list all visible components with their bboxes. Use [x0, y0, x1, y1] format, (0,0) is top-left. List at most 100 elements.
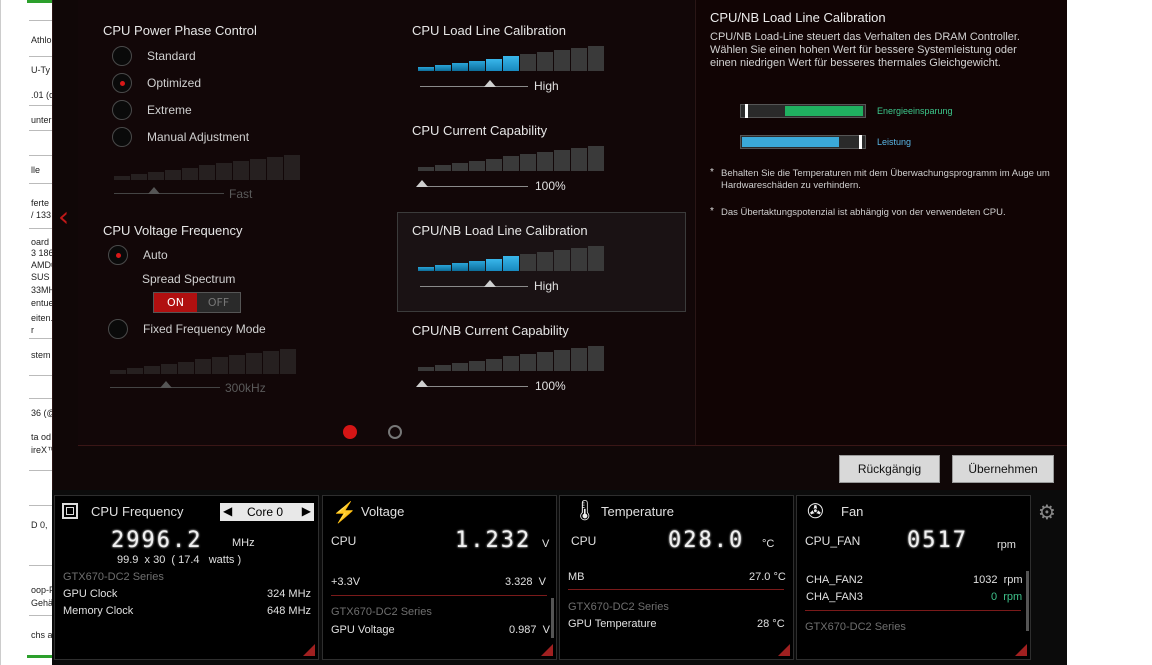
voltage-scrollbar[interactable]	[551, 598, 554, 638]
voltage-freq-slider-knob[interactable]	[160, 381, 172, 388]
current-cap-value: 100%	[535, 179, 566, 193]
settings-gear-icon[interactable]: ⚙	[1038, 500, 1056, 524]
page-dot-1[interactable]	[343, 425, 357, 439]
page-dot-2[interactable]	[388, 425, 402, 439]
level-bar	[246, 353, 262, 374]
core-next-icon[interactable]: ▶	[302, 504, 311, 518]
llc-slider-knob[interactable]	[484, 80, 496, 87]
voltage-title: Voltage	[361, 504, 405, 519]
radio-manual[interactable]	[112, 127, 132, 147]
nb-llc-slider-knob[interactable]	[484, 280, 496, 287]
spread-spectrum-toggle[interactable]: ON OFF	[153, 292, 241, 313]
fan-card[interactable]: ✇ Fan CPU_FAN 0517 rpm CHA_FAN2 1032 rpm…	[796, 495, 1031, 660]
radio-auto[interactable]	[108, 245, 128, 265]
toggle-off[interactable]: OFF	[197, 293, 240, 312]
temperature-cpu-label: CPU	[571, 534, 597, 548]
voltage-card[interactable]: ⚡ Voltage CPU 1.232 V +3.3V 3.328 V GTX6…	[322, 495, 557, 660]
note1-bullet: *	[710, 167, 714, 178]
fan-separator	[805, 610, 1021, 611]
level-bar	[554, 150, 570, 171]
expand-corner-icon[interactable]	[303, 644, 315, 656]
core-prev-icon[interactable]: ◀	[223, 504, 232, 518]
previous-page-arrow-icon[interactable]: ‹	[58, 200, 69, 233]
background-rule	[29, 565, 53, 566]
level-bar	[486, 259, 502, 271]
memory-clock-value: 648 MHz	[267, 605, 312, 617]
level-bar	[233, 161, 249, 180]
nb-current-cap-slider-track	[420, 386, 528, 387]
voltage-separator	[331, 595, 547, 596]
nb-current-cap-level-bars	[418, 346, 604, 371]
background-rule	[29, 183, 53, 184]
level-bar	[469, 161, 485, 171]
power-phase-slider-knob[interactable]	[148, 187, 160, 194]
level-bar	[284, 155, 300, 180]
fan-title: Fan	[841, 504, 864, 519]
current-cap-slider-knob[interactable]	[416, 180, 428, 187]
apply-button[interactable]: Übernehmen	[952, 455, 1054, 483]
level-bar	[148, 172, 164, 180]
fan-icon: ✇	[807, 501, 824, 523]
level-bar	[571, 48, 587, 71]
background-rule	[29, 375, 53, 376]
radio-fixed-frequency[interactable]	[108, 319, 128, 339]
level-bar	[267, 157, 283, 180]
v33-label: +3.3V	[331, 576, 361, 588]
radio-standard[interactable]	[112, 46, 132, 66]
gpu-clock-label: GPU Clock	[63, 588, 118, 600]
background-rule	[29, 155, 53, 156]
background-rule	[29, 470, 53, 471]
radio-extreme-label: Extreme	[147, 103, 192, 117]
radio-manual-label: Manual Adjustment	[147, 130, 250, 144]
cpu-frequency-title: CPU Frequency	[91, 504, 184, 519]
expand-corner-icon[interactable]	[778, 644, 790, 656]
background-text-fragment: ta od	[31, 432, 52, 442]
level-bar	[503, 156, 519, 171]
temperature-card[interactable]: 🌡 Temperature CPU 028.0 °C MB 27.0 °C GT…	[559, 495, 794, 660]
background-rule	[29, 338, 53, 339]
llc-value: High	[534, 79, 559, 93]
level-bar	[127, 368, 143, 374]
note2: Das Übertaktungspotenzial ist abhängig v…	[721, 207, 1006, 218]
radio-optimized[interactable]	[112, 73, 132, 93]
undo-button[interactable]: Rückgängig	[839, 455, 940, 483]
fan-scrollbar[interactable]	[1026, 571, 1029, 631]
level-bar	[554, 50, 570, 71]
expand-corner-icon[interactable]	[541, 644, 553, 656]
level-bar	[452, 163, 468, 171]
toggle-on[interactable]: ON	[154, 293, 197, 312]
cpu-frequency-card[interactable]: CPU Frequency ◀ Core 0 ▶ 2996.2 MHz 99.9…	[54, 495, 319, 660]
background-rule	[29, 105, 53, 106]
cpu-frequency-value: 2996.2	[111, 528, 203, 553]
performance-marker	[859, 135, 862, 149]
level-bar	[520, 254, 536, 271]
gpu-temperature-label: GPU Temperature	[568, 618, 657, 630]
background-text-fragment: SUS	[31, 272, 50, 282]
memory-clock-label: Memory Clock	[63, 605, 134, 617]
power-phase-level-bars	[114, 155, 300, 180]
background-rule	[29, 130, 53, 131]
background-rule	[29, 56, 53, 57]
footer-divider	[78, 445, 1067, 446]
background-text-fragment: ferte	[31, 198, 50, 208]
power-phase-slider-track	[114, 193, 224, 194]
nb-current-cap-slider-knob[interactable]	[416, 380, 428, 387]
level-bar	[469, 361, 485, 371]
level-bar	[486, 159, 502, 171]
background-text-fragment: / 133	[31, 210, 52, 220]
level-bar	[161, 364, 177, 374]
level-bar	[452, 363, 468, 371]
radio-fixed-frequency-label: Fixed Frequency Mode	[143, 322, 266, 336]
level-bar	[110, 370, 126, 374]
core-selector[interactable]: ◀ Core 0 ▶	[220, 503, 314, 521]
level-bar	[571, 148, 587, 171]
expand-corner-icon[interactable]	[1015, 644, 1027, 656]
level-bar	[212, 357, 228, 374]
nb-llc-title: CPU/NB Load Line Calibration	[412, 223, 588, 238]
voltage-cpu-value: 1.232	[455, 528, 532, 553]
level-bar	[571, 348, 587, 371]
level-bar	[144, 366, 160, 374]
fan-gpu-series: GTX670-DC2 Series	[805, 621, 906, 633]
level-bar	[520, 354, 536, 371]
radio-extreme[interactable]	[112, 100, 132, 120]
